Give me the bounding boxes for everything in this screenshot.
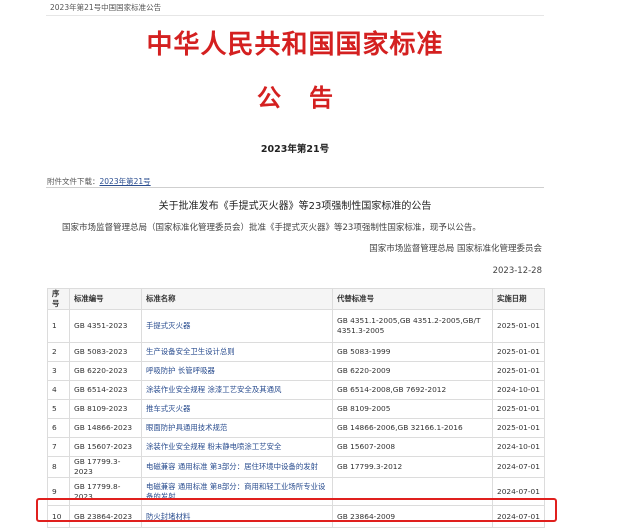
page-title: 中华人民共和国国家标准 bbox=[146, 30, 444, 60]
row-replaces: GB 15607-2008 bbox=[332, 437, 493, 457]
attachment-download: 附件文件下载：2023年第21号 bbox=[47, 176, 151, 187]
table-row: 9 GB 17799.8-2023 电磁兼容 通用标准 第8部分：商用和轻工业场… bbox=[47, 477, 545, 506]
row-code: GB 17799.3-2023 bbox=[69, 456, 142, 478]
row-name-link[interactable]: 眼面防护具通用技术规范 bbox=[141, 418, 333, 438]
announcement-heading: 公告 bbox=[257, 83, 361, 112]
notice-date: 2023-12-28 bbox=[492, 266, 542, 276]
column-header-no: 序号 bbox=[47, 288, 70, 310]
row-date: 2024-07-01 bbox=[492, 505, 545, 528]
table-row: 4 GB 6514-2023 涂装作业安全规程 涂漆工艺安全及其通风 GB 65… bbox=[47, 380, 545, 400]
row-code: GB 5083-2023 bbox=[69, 342, 142, 362]
row-name-link[interactable]: 呼吸防护 长管呼吸器 bbox=[141, 361, 333, 381]
row-name-link[interactable]: 推车式灭火器 bbox=[141, 399, 333, 419]
row-date: 2025-01-01 bbox=[492, 418, 545, 438]
row-no: 2 bbox=[47, 342, 70, 362]
row-no: 1 bbox=[47, 309, 70, 343]
document-number: 2023年第21号 bbox=[260, 144, 330, 155]
attachment-link[interactable]: 2023年第21号 bbox=[100, 177, 151, 186]
table-row: 6 GB 14866-2023 眼面防护具通用技术规范 GB 14866-200… bbox=[47, 418, 545, 438]
breadcrumb: 2023年第21号中国国家标准公告 bbox=[50, 3, 162, 12]
row-no: 10 bbox=[47, 505, 70, 528]
notice-title: 关于批准发布《手提式灭火器》等23项强制性国家标准的公告 bbox=[158, 201, 432, 212]
row-no: 9 bbox=[47, 477, 70, 506]
column-header-code: 标准编号 bbox=[69, 288, 142, 310]
row-date: 2025-01-01 bbox=[492, 342, 545, 362]
row-no: 6 bbox=[47, 418, 70, 438]
row-name-link[interactable]: 生产设备安全卫生设计总则 bbox=[141, 342, 333, 362]
row-replaces: GB 8109-2005 bbox=[332, 399, 493, 419]
attachment-label: 附件文件下载： bbox=[47, 177, 100, 186]
table-row: 5 GB 8109-2023 推车式灭火器 GB 8109-2005 2025-… bbox=[47, 399, 545, 419]
row-date: 2025-01-01 bbox=[492, 399, 545, 419]
column-header-replaces: 代替标准号 bbox=[332, 288, 493, 310]
row-replaces: GB 4351.1-2005,GB 4351.2-2005,GB/T 4351.… bbox=[332, 309, 493, 343]
notice-body: 国家市场监督管理总局（国家标准化管理委员会）批准《手提式灭火器》等23项强制性国… bbox=[62, 223, 481, 233]
row-code: GB 17799.8-2023 bbox=[69, 477, 142, 506]
row-replaces: GB 14866-2006,GB 32166.1-2016 bbox=[332, 418, 493, 438]
table-row: 2 GB 5083-2023 生产设备安全卫生设计总则 GB 5083-1999… bbox=[47, 342, 545, 362]
standards-table: 序号 标准编号 标准名称 代替标准号 实施日期 1 GB 4351-2023 手… bbox=[47, 288, 545, 528]
row-name-link[interactable]: 电磁兼容 通用标准 第8部分：商用和轻工业场所专业设备的发射 bbox=[141, 477, 333, 506]
breadcrumb-divider bbox=[46, 15, 544, 16]
attachment-divider bbox=[46, 187, 544, 188]
row-no: 4 bbox=[47, 380, 70, 400]
table-row-highlighted: 10 GB 23864-2023 防火封堵材料 GB 23864-2009 20… bbox=[47, 505, 545, 528]
row-name-link[interactable]: 涂装作业安全规程 粉末静电喷涂工艺安全 bbox=[141, 437, 333, 457]
row-replaces: GB 6220-2009 bbox=[332, 361, 493, 381]
row-name-link[interactable]: 电磁兼容 通用标准 第3部分：居住环境中设备的发射 bbox=[141, 456, 333, 478]
row-date: 2024-10-01 bbox=[492, 380, 545, 400]
row-code: GB 8109-2023 bbox=[69, 399, 142, 419]
row-replaces: GB 5083-1999 bbox=[332, 342, 493, 362]
row-name-link[interactable]: 手提式灭火器 bbox=[141, 309, 333, 343]
row-code: GB 14866-2023 bbox=[69, 418, 142, 438]
row-replaces: GB 6514-2008,GB 7692-2012 bbox=[332, 380, 493, 400]
table-row: 1 GB 4351-2023 手提式灭火器 GB 4351.1-2005,GB … bbox=[47, 309, 545, 343]
row-name-link[interactable]: 防火封堵材料 bbox=[141, 505, 333, 528]
table-row: 7 GB 15607-2023 涂装作业安全规程 粉末静电喷涂工艺安全 GB 1… bbox=[47, 437, 545, 457]
row-date: 2024-10-01 bbox=[492, 437, 545, 457]
table-row: 3 GB 6220-2023 呼吸防护 长管呼吸器 GB 6220-2009 2… bbox=[47, 361, 545, 381]
column-header-date: 实施日期 bbox=[492, 288, 545, 310]
column-header-name: 标准名称 bbox=[141, 288, 333, 310]
row-code: GB 23864-2023 bbox=[69, 505, 142, 528]
row-replaces: GB 17799.3-2012 bbox=[332, 456, 493, 478]
row-date: 2025-01-01 bbox=[492, 309, 545, 343]
row-date: 2025-01-01 bbox=[492, 361, 545, 381]
row-name-link[interactable]: 涂装作业安全规程 涂漆工艺安全及其通风 bbox=[141, 380, 333, 400]
row-no: 5 bbox=[47, 399, 70, 419]
row-date: 2024-07-01 bbox=[492, 456, 545, 478]
row-no: 3 bbox=[47, 361, 70, 381]
row-date: 2024-07-01 bbox=[492, 477, 545, 506]
row-no: 7 bbox=[47, 437, 70, 457]
row-code: GB 15607-2023 bbox=[69, 437, 142, 457]
table-row: 8 GB 17799.3-2023 电磁兼容 通用标准 第3部分：居住环境中设备… bbox=[47, 456, 545, 478]
row-code: GB 6220-2023 bbox=[69, 361, 142, 381]
row-code: GB 6514-2023 bbox=[69, 380, 142, 400]
notice-issuer: 国家市场监督管理总局 国家标准化管理委员会 bbox=[369, 244, 542, 254]
table-header-row: 序号 标准编号 标准名称 代替标准号 实施日期 bbox=[47, 288, 545, 310]
row-replaces: GB 23864-2009 bbox=[332, 505, 493, 528]
row-replaces bbox=[332, 477, 493, 506]
row-no: 8 bbox=[47, 456, 70, 478]
row-code: GB 4351-2023 bbox=[69, 309, 142, 343]
